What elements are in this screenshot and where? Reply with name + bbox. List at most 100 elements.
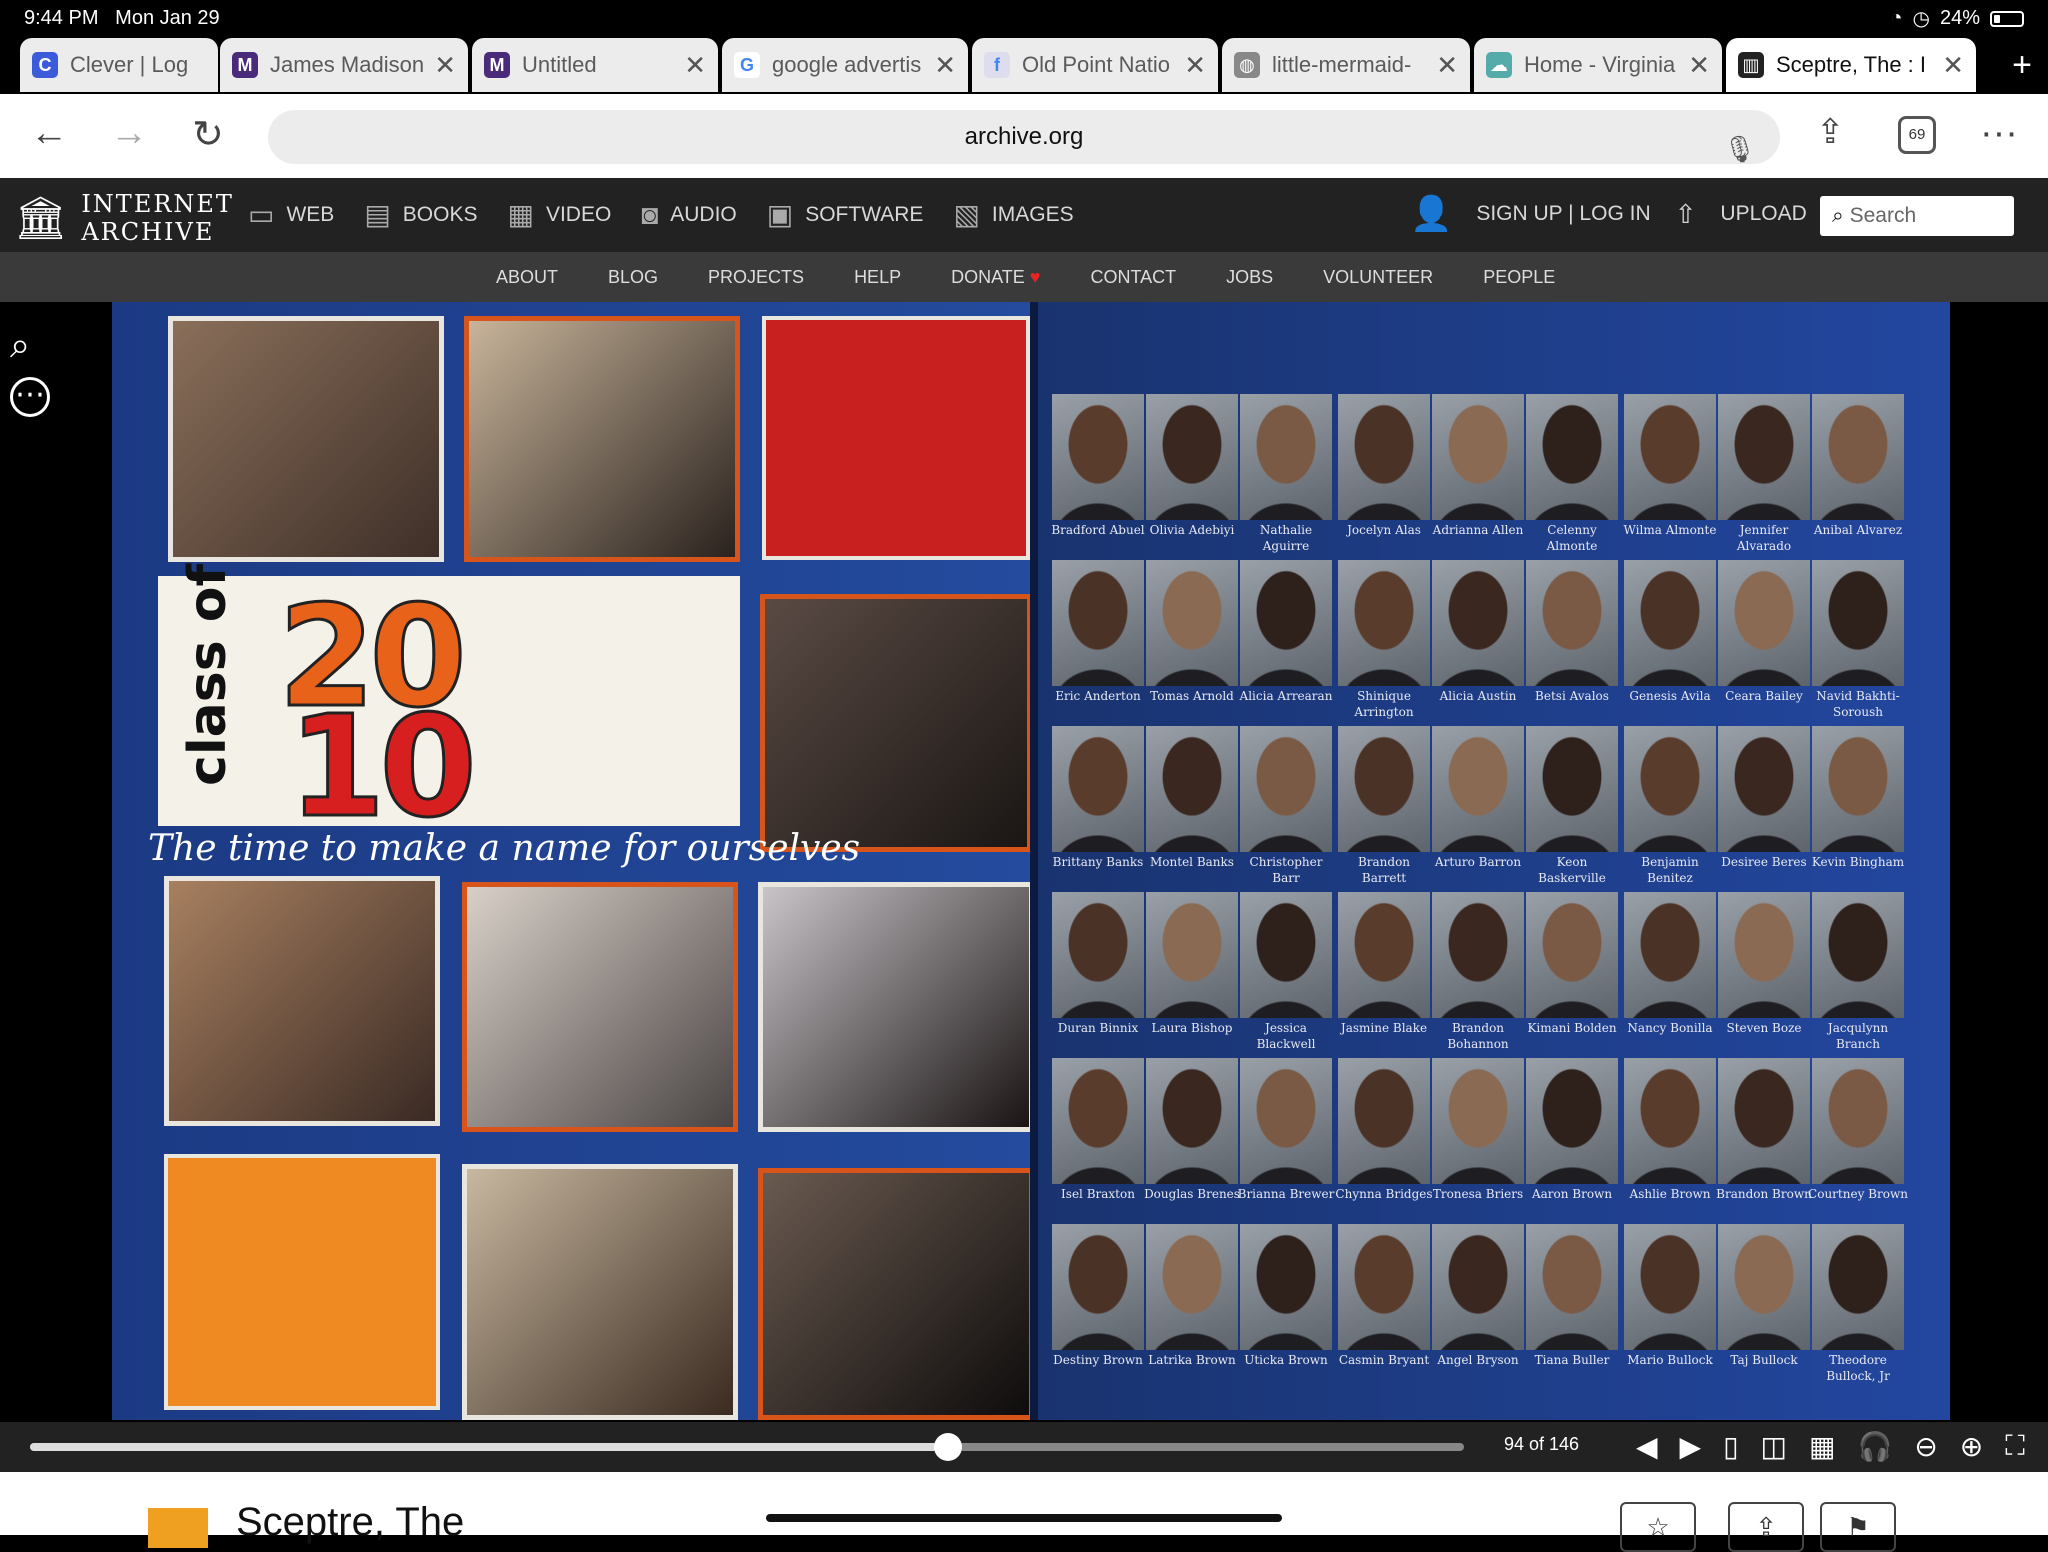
- ia-search-input[interactable]: ⌕ Search: [1820, 196, 2014, 236]
- nav-images[interactable]: ▧ IMAGES: [953, 198, 1073, 231]
- browser-tab[interactable]: Ggoogle advertis ✕: [722, 38, 968, 92]
- portrait-photo: [1052, 560, 1144, 686]
- next-page-icon[interactable]: ▶: [1680, 1430, 1702, 1463]
- viewer-control-icons: ◀ ▶ ▯ ◫ ▦ 🎧 ⊖ ⊕ ⛶: [1636, 1430, 2025, 1463]
- tab-count-button[interactable]: 69: [1898, 116, 1936, 154]
- portrait-photo: [1146, 892, 1238, 1018]
- browser-tab[interactable]: f Old Point Natio ✕: [972, 38, 1218, 92]
- browser-tab[interactable]: ▥ Sceptre, The : I ✕: [1726, 38, 1976, 92]
- thumbnail-view-icon[interactable]: ▦: [1809, 1430, 1835, 1463]
- student-portrait: Genesis Avila: [1624, 560, 1718, 726]
- favorite-button[interactable]: ☆: [1620, 1502, 1696, 1552]
- nav-audio[interactable]: ◙ AUDIO: [641, 198, 736, 231]
- student-name: Shinique Arrington: [1354, 689, 1414, 719]
- browser-tab[interactable]: ☁ Home - Virginia ✕: [1474, 38, 1722, 92]
- student-name: Alicia Austin: [1439, 689, 1517, 703]
- tab-label: Untitled: [522, 52, 597, 77]
- microphone-icon[interactable]: 🎙: [1723, 122, 1756, 176]
- browser-tab[interactable]: ◍ little-mermaid- ✕: [1222, 38, 1470, 92]
- floppy-icon: ▣: [766, 199, 794, 230]
- student-portrait: Uticka Brown: [1240, 1224, 1334, 1390]
- browser-tab[interactable]: C Clever | Log: [20, 38, 218, 92]
- reload-button[interactable]: ↻: [192, 112, 224, 157]
- nav-books[interactable]: ▤ BOOKS: [364, 198, 477, 231]
- tab-close-icon[interactable]: ✕: [1184, 50, 1206, 81]
- nav-projects[interactable]: PROJECTS: [708, 267, 804, 288]
- one-page-view-icon[interactable]: ▯: [1723, 1430, 1738, 1463]
- student-name: Montel Banks: [1150, 855, 1234, 869]
- nav-people[interactable]: PEOPLE: [1483, 267, 1555, 288]
- student-portrait: Montel Banks: [1146, 726, 1240, 892]
- flag-button[interactable]: ⚑: [1820, 1502, 1896, 1552]
- nav-web[interactable]: ▭ WEB: [248, 198, 334, 231]
- tab-close-icon[interactable]: ✕: [1688, 50, 1710, 81]
- portrait-photo: [1052, 1224, 1144, 1350]
- tab-close-icon[interactable]: ✕: [1436, 50, 1458, 81]
- tab-favicon-icon: G: [734, 52, 760, 78]
- item-title: Sceptre, The: [236, 1500, 465, 1544]
- student-portrait: Eric Anderton: [1052, 560, 1146, 726]
- new-tab-button[interactable]: +: [2012, 46, 2032, 85]
- page-slider[interactable]: [30, 1433, 1464, 1461]
- signup-login-link[interactable]: SIGN UP | LOG IN: [1476, 202, 1650, 226]
- tab-label: Home - Virginia: [1524, 52, 1676, 77]
- portrait-photo: [1624, 394, 1716, 520]
- student-portrait: Isel Braxton: [1052, 1058, 1146, 1224]
- yearbook-tagline: The time to make a name for ourselves: [148, 828, 861, 869]
- photo-classroom: [462, 882, 738, 1132]
- book-spread[interactable]: class of 20 10 The time to make a name f…: [112, 302, 1950, 1420]
- portrait-photo: [1432, 394, 1524, 520]
- slider-fill: [30, 1443, 948, 1451]
- nav-video[interactable]: ▦ VIDEO: [507, 198, 611, 231]
- nav-blog[interactable]: BLOG: [608, 267, 658, 288]
- student-name: Genesis Avila: [1629, 689, 1711, 703]
- share-button[interactable]: ⇪: [1816, 112, 1845, 152]
- nav-about[interactable]: ABOUT: [496, 267, 558, 288]
- search-inside-icon[interactable]: ⌕: [10, 324, 50, 367]
- tab-close-icon[interactable]: ✕: [434, 50, 456, 81]
- student-portrait: Ceara Bailey: [1718, 560, 1812, 726]
- portrait-photo: [1338, 394, 1430, 520]
- more-options-icon[interactable]: ⋯: [10, 377, 50, 417]
- tab-label: google advertis: [772, 52, 922, 77]
- fullscreen-icon[interactable]: ⛶: [2005, 1430, 2025, 1463]
- upload-link[interactable]: UPLOAD: [1720, 202, 1806, 226]
- student-portrait: Tronesa Briers: [1432, 1058, 1526, 1224]
- student-name: Tomas Arnold: [1150, 689, 1234, 703]
- student-name: Tiana Buller: [1534, 1353, 1610, 1367]
- address-bar[interactable]: archive.org 🎙: [268, 110, 1780, 164]
- tab-close-icon[interactable]: ✕: [684, 50, 706, 81]
- student-portrait: Nancy Bonilla: [1624, 892, 1718, 1058]
- portrait-photo: [1338, 1224, 1430, 1350]
- student-name: Celenny Almonte: [1546, 523, 1598, 553]
- read-aloud-icon[interactable]: 🎧: [1857, 1430, 1892, 1463]
- two-page-view-icon[interactable]: ◫: [1761, 1430, 1787, 1463]
- more-button[interactable]: ···: [1980, 112, 2018, 155]
- portrait-photo: [1812, 726, 1904, 852]
- student-portrait: Navid Bakhti-Soroush: [1812, 560, 1906, 726]
- zoom-out-icon[interactable]: ⊖: [1914, 1430, 1937, 1463]
- zoom-in-icon[interactable]: ⊕: [1960, 1430, 1983, 1463]
- portrait-photo: [1526, 560, 1618, 686]
- nav-volunteer[interactable]: VOLUNTEER: [1323, 267, 1433, 288]
- slider-knob[interactable]: [933, 1433, 962, 1461]
- browser-tab[interactable]: M Untitled ✕: [472, 38, 718, 92]
- student-name: Bradford Abuel: [1051, 523, 1145, 537]
- share-item-button[interactable]: ⇪: [1728, 1502, 1804, 1552]
- nav-jobs[interactable]: JOBS: [1226, 267, 1273, 288]
- tab-close-icon[interactable]: ✕: [934, 50, 956, 81]
- nav-contact[interactable]: CONTACT: [1090, 267, 1176, 288]
- nav-donate[interactable]: DONATE ♥: [951, 267, 1040, 288]
- browser-tab[interactable]: M James Madison ✕: [220, 38, 468, 92]
- ia-logo[interactable]: 🏛 INTERNET ARCHIVE: [14, 190, 234, 246]
- nav-software[interactable]: ▣ SOFTWARE: [767, 198, 924, 231]
- tab-close-icon[interactable]: ✕: [1942, 50, 1964, 81]
- student-portrait: Latrika Brown: [1146, 1224, 1240, 1390]
- status-bar: 9:44 PM Mon Jan 29 ◔ ◷ 24%: [0, 0, 2048, 36]
- back-button[interactable]: ←: [30, 112, 68, 155]
- nav-help[interactable]: HELP: [854, 267, 901, 288]
- forward-button[interactable]: →: [110, 112, 148, 155]
- student-name: Brittany Banks: [1052, 855, 1144, 869]
- prev-page-icon[interactable]: ◀: [1636, 1430, 1658, 1463]
- right-page: Bradford Abuel Olivia Adebiyi Nathalie Agu…: [1038, 302, 1950, 1420]
